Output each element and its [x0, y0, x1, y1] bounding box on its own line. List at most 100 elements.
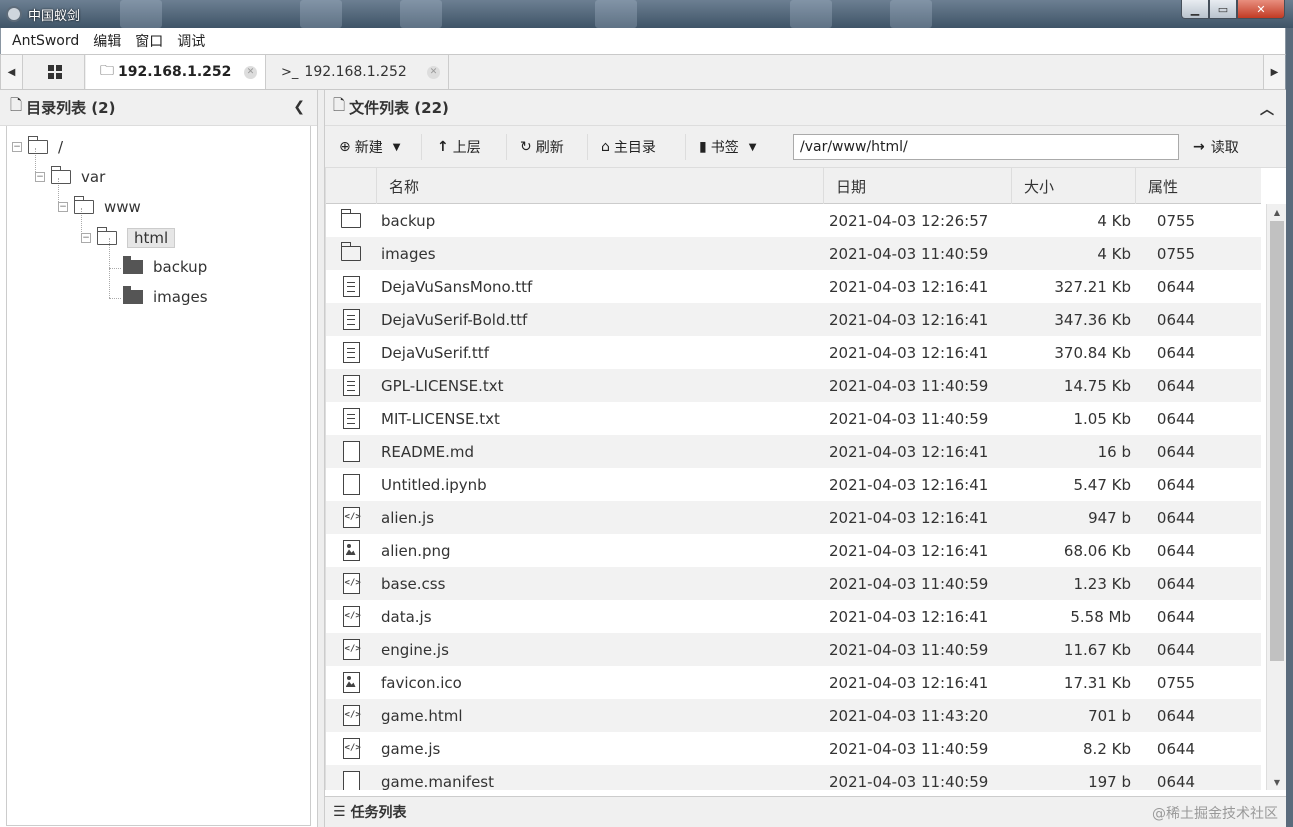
tree-node-label: www: [104, 198, 141, 216]
file-row[interactable]: favicon.ico 2021-04-03 12:16:41 17.31 Kb 07…: [326, 666, 1261, 699]
file-row[interactable]: </> game.html 2021-04-03 11:43:20 701 b 0644: [326, 699, 1261, 732]
file-type-cell: </>: [338, 732, 364, 765]
file-size-cell: 11.67 Kb: [1063, 640, 1131, 659]
caret-down-icon: ▼: [748, 141, 757, 153]
file-attr-cell: 0755: [1156, 211, 1196, 230]
tree-node-label: backup: [153, 258, 208, 276]
file-attr-cell: 0644: [1156, 475, 1196, 494]
tab-filemanager[interactable]: 🗀 192.168.1.252 ✕: [86, 55, 266, 89]
collapse-up-icon[interactable]: ︿: [1260, 99, 1274, 119]
file-date-cell: 2021-04-03 12:16:41: [829, 475, 989, 494]
menu-antsword[interactable]: AntSword: [5, 33, 86, 49]
new-button[interactable]: ⊕ 新建 ▼: [333, 135, 406, 159]
bookmark-button-label: 书签: [710, 140, 739, 156]
menu-bar: AntSword 编辑 窗口 调试: [0, 28, 1286, 54]
column-header-attr[interactable]: 属性: [1135, 168, 1261, 204]
collapse-left-icon[interactable]: ❮: [293, 99, 305, 115]
code-file-icon: </>: [342, 573, 361, 594]
file-row[interactable]: alien.png 2021-04-03 12:16:41 68.06 Kb 0644: [326, 534, 1261, 567]
column-header-date[interactable]: 日期: [823, 168, 1011, 204]
file-attr-cell: 0644: [1156, 541, 1196, 560]
file-attr-cell: 0644: [1156, 574, 1196, 593]
tree-node-images[interactable]: images: [123, 286, 208, 306]
file-row[interactable]: </> engine.js 2021-04-03 11:40:59 11.67 Kb 0…: [326, 633, 1261, 666]
minimize-button[interactable]: ▁: [1181, 0, 1209, 19]
tab-scroll-left-button[interactable]: ◀: [1, 55, 23, 89]
file-type-cell: [338, 765, 364, 790]
tab-home[interactable]: [25, 55, 85, 89]
file-row[interactable]: DejaVuSerif.ttf 2021-04-03 12:16:41 370.84…: [326, 336, 1261, 369]
tab-label: 192.168.1.252: [304, 64, 407, 80]
path-input[interactable]: [793, 134, 1179, 160]
tree-node-html[interactable]: − html: [81, 227, 176, 248]
file-row[interactable]: DejaVuSansMono.ttf 2021-04-03 12:16:41 327…: [326, 270, 1261, 303]
file-row[interactable]: </> alien.js 2021-04-03 12:16:41 947 b 0644: [326, 501, 1261, 534]
desktop-bg: [890, 0, 932, 28]
collapse-toggle-icon[interactable]: −: [58, 202, 68, 212]
column-header-icon: [326, 168, 376, 204]
file-row[interactable]: </> data.js 2021-04-03 12:16:41 5.58 Mb 0644: [326, 600, 1261, 633]
panel-splitter[interactable]: [318, 90, 325, 827]
file-row[interactable]: </> game.js 2021-04-03 11:40:59 8.2 Kb 0644: [326, 732, 1261, 765]
folder-open-icon: [73, 196, 94, 214]
file-size-cell: 327.21 Kb: [1054, 277, 1131, 296]
file-row[interactable]: images 2021-04-03 11:40:59 4 Kb 0755: [326, 237, 1261, 270]
file-attr-cell: 0644: [1156, 277, 1196, 296]
collapse-toggle-icon[interactable]: −: [12, 142, 22, 152]
tree-node-www[interactable]: − www: [58, 196, 141, 216]
file-row[interactable]: README.md 2021-04-03 12:16:41 16 b 0644: [326, 435, 1261, 468]
collapse-toggle-icon[interactable]: −: [81, 233, 91, 243]
maximize-button[interactable]: ▭: [1209, 0, 1237, 19]
file-row[interactable]: DejaVuSerif-Bold.ttf 2021-04-03 12:16:41 3…: [326, 303, 1261, 336]
blank-file-icon: [342, 441, 360, 462]
scrollbar-thumb[interactable]: [1270, 221, 1284, 661]
scroll-down-icon[interactable]: ▼: [1267, 774, 1286, 790]
file-row[interactable]: </> base.css 2021-04-03 11:40:59 1.23 Kb 064…: [326, 567, 1261, 600]
code-file-icon: </>: [342, 606, 361, 627]
file-date-cell: 2021-04-03 11:40:59: [829, 574, 989, 593]
file-date-cell: 2021-04-03 12:16:41: [829, 277, 989, 296]
home-dir-button[interactable]: ⌂ 主目录: [595, 135, 662, 159]
file-grid-scrollbar[interactable]: ▲ ▼: [1266, 204, 1286, 790]
read-button[interactable]: → 读取: [1187, 135, 1245, 159]
bookmark-button[interactable]: ▮ 书签 ▼: [693, 135, 762, 159]
file-date-cell: 2021-04-03 12:16:41: [829, 310, 989, 329]
menu-window[interactable]: 窗口: [128, 31, 170, 51]
tree-node-root[interactable]: − /: [12, 136, 63, 156]
text-file-icon: [342, 342, 360, 363]
tree-node-var[interactable]: − var: [35, 166, 105, 186]
blank-file-icon: [342, 474, 360, 495]
file-icon: 🗋: [333, 96, 346, 114]
image-file-icon: [342, 672, 360, 693]
tab-terminal[interactable]: >_ 192.168.1.252 ✕: [267, 55, 449, 89]
scroll-up-icon[interactable]: ▲: [1267, 204, 1286, 220]
menu-edit[interactable]: 编辑: [86, 31, 128, 51]
folder-open-icon: [27, 136, 48, 154]
tab-close-icon[interactable]: ✕: [427, 66, 440, 79]
tree-node-backup[interactable]: backup: [123, 256, 208, 276]
menu-debug[interactable]: 调试: [170, 31, 212, 51]
column-header-size[interactable]: 大小: [1011, 168, 1135, 204]
tab-close-icon[interactable]: ✕: [244, 66, 257, 79]
file-row[interactable]: game.manifest 2021-04-03 11:40:59 197 b 064…: [326, 765, 1261, 790]
collapse-toggle-icon[interactable]: −: [35, 172, 45, 182]
file-row[interactable]: MIT-LICENSE.txt 2021-04-03 11:40:59 1.05 K…: [326, 402, 1261, 435]
task-list-bar[interactable]: ☰ 任务列表 @稀土掘金技术社区: [325, 796, 1286, 827]
refresh-icon: ↻: [520, 139, 532, 155]
file-name-cell: README.md: [381, 442, 475, 461]
tab-scroll-right-button[interactable]: ▶: [1263, 55, 1285, 89]
file-row[interactable]: backup 2021-04-03 12:26:57 4 Kb 0755: [326, 204, 1261, 237]
tab-bar: ◀ 🗀 192.168.1.252 ✕ >_ 192.168.1.252 ✕ ▶: [0, 54, 1286, 90]
file-date-cell: 2021-04-03 11:40:59: [829, 376, 989, 395]
refresh-button[interactable]: ↻ 刷新: [514, 135, 570, 159]
file-attr-cell: 0644: [1156, 310, 1196, 329]
close-button[interactable]: ✕: [1237, 0, 1285, 19]
up-button[interactable]: ↑ 上层: [431, 135, 487, 159]
file-size-cell: 1.05 Kb: [1073, 409, 1131, 428]
file-row[interactable]: Untitled.ipynb 2021-04-03 12:16:41 5.47 Kb…: [326, 468, 1261, 501]
file-type-cell: </>: [338, 600, 364, 633]
file-type-cell: [338, 270, 364, 303]
file-row[interactable]: GPL-LICENSE.txt 2021-04-03 11:40:59 14.75 …: [326, 369, 1261, 402]
code-file-icon: </>: [342, 738, 361, 759]
column-header-name[interactable]: 名称: [376, 168, 823, 204]
